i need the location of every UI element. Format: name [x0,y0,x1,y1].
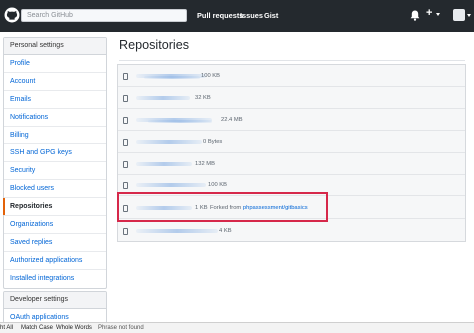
sidebar-item-organizations[interactable]: Organizations [4,216,106,234]
repo-icon [123,73,128,80]
sidebar-item-blocked-users[interactable]: Blocked users [4,180,106,199]
repo-row[interactable]: 132 MB [118,155,465,175]
nav-issues[interactable]: Issues [240,11,263,20]
repo-size: 32 KB [195,95,211,101]
find-bar: ht All Match Case Whole Words Phrase not… [0,322,474,333]
redacted-repo-name [136,96,190,100]
sidebar-item-installed-integrations[interactable]: Installed integrations [4,270,106,288]
annotation-highlight-box [117,192,328,222]
developer-settings-heading: Developer settings [4,292,106,309]
repo-row[interactable]: 100 KB [118,67,465,87]
repo-size: 22.4 MB [221,117,243,123]
title-divider [119,60,465,61]
sidebar-item-profile[interactable]: Profile [4,55,106,73]
repo-size: 100 KB [201,73,221,79]
repo-icon [123,228,128,235]
github-logo-icon[interactable] [4,7,20,23]
repo-size: 0 Bytes [203,139,223,145]
sidebar-item-security[interactable]: Security [4,162,106,181]
redacted-repo-name [136,162,192,166]
repo-icon [123,117,128,124]
redacted-repo-name [136,140,202,144]
nav-gist[interactable]: Gist [264,11,278,20]
chevron-down-icon[interactable] [436,13,440,16]
page-title: Repositories [119,38,189,52]
repo-row[interactable]: 4 KB [118,222,465,241]
sidebar-item-authorized-applications[interactable]: Authorized applications [4,252,106,270]
sidebar-item-repositories[interactable]: Repositories [3,198,106,217]
plus-icon[interactable]: + [426,7,432,19]
sidebar-item-billing[interactable]: Billing [4,127,106,145]
repo-icon [123,95,128,102]
search-input[interactable]: Search GitHub [21,9,187,22]
repo-size: 100 KB [208,182,228,188]
repo-row[interactable]: 0 Bytes [118,133,465,153]
repo-size: 132 MB [195,161,215,167]
repo-row[interactable]: 32 KB [118,89,465,109]
personal-settings-menu: Personal settings Profile Account Emails… [3,37,107,289]
redacted-repo-name [148,120,212,123]
redacted-repo-name [136,229,218,233]
top-header: Search GitHub Pull requests Issues Gist … [0,0,474,32]
avatar-chevron-down-icon[interactable] [467,14,471,17]
repo-size: 4 KB [219,228,232,234]
repo-row[interactable]: 22.4 MB [118,111,465,131]
repo-icon [123,182,128,189]
sidebar-item-ssh-gpg-keys[interactable]: SSH and GPG keys [4,144,106,163]
bell-icon[interactable] [410,10,420,21]
personal-settings-heading: Personal settings [4,38,106,55]
nav-pull-requests[interactable]: Pull requests [197,11,243,20]
avatar[interactable] [453,9,465,21]
sidebar-item-saved-replies[interactable]: Saved replies [4,234,106,252]
sidebar-item-emails[interactable]: Emails [4,91,106,109]
repo-icon [123,161,128,168]
repo-icon [123,139,128,146]
sidebar-item-account[interactable]: Account [4,73,106,91]
redacted-repo-name [144,76,200,79]
sidebar-item-notifications[interactable]: Notifications [4,109,106,127]
redacted-repo-name [136,183,206,187]
